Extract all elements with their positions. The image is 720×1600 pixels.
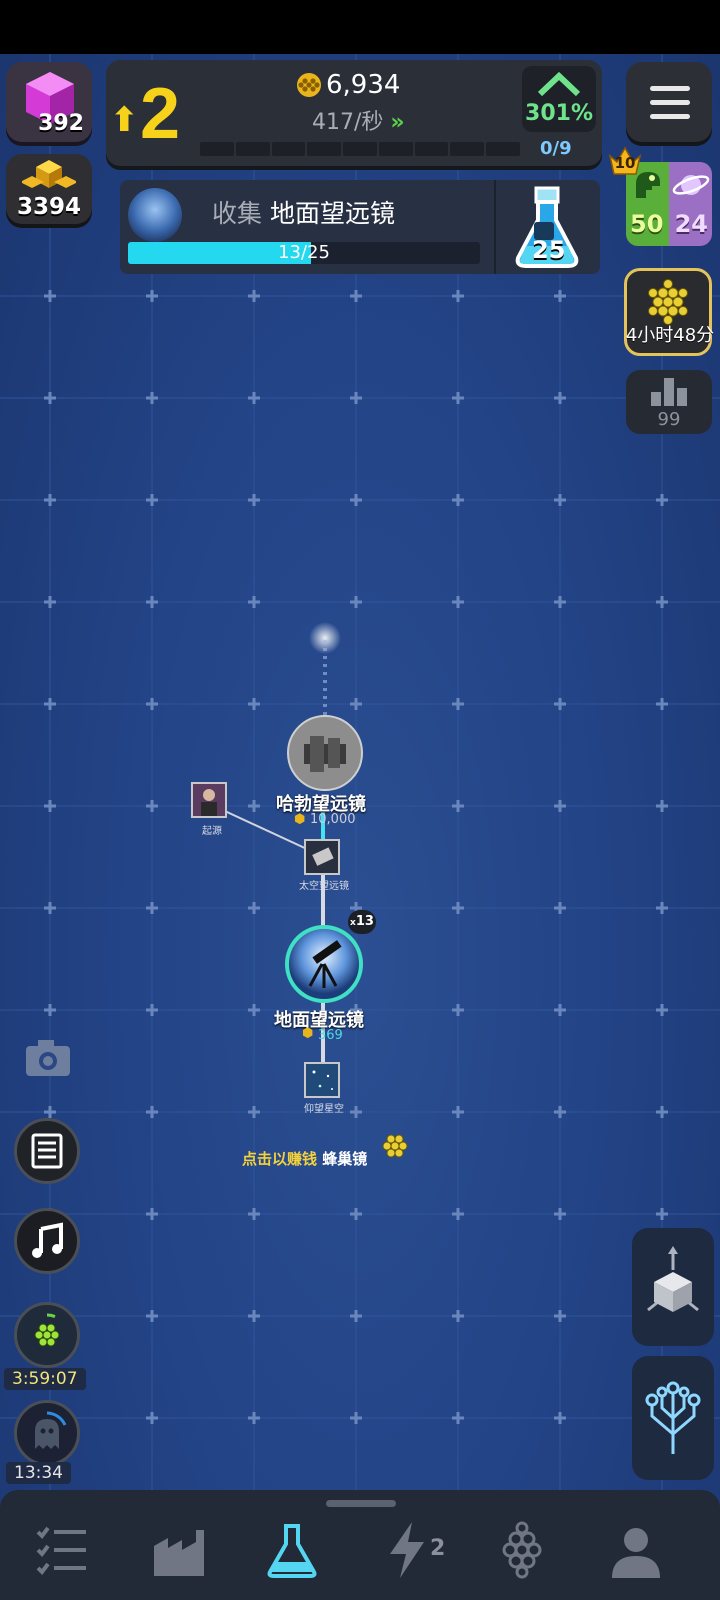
stats-button[interactable]: 99 [626,370,712,434]
tree-branch-icon [645,1381,701,1454]
nav-factory[interactable] [148,1520,212,1580]
hamburger-icon [650,86,690,91]
origin-node[interactable] [191,782,227,818]
flask-icon [267,1524,317,1578]
music-note-icon [32,1222,63,1258]
chevron-up-icon [537,72,581,97]
money-amount: 6,934 [326,70,401,100]
quest-progress-bar: 13/25 [128,242,480,264]
research-reward-count: 25 [532,236,566,264]
multiplier-box[interactable]: 301% [522,66,596,132]
drawer-handle[interactable] [326,1500,396,1507]
cube-view-button[interactable] [632,1228,714,1346]
camera-icon[interactable] [24,1038,72,1078]
multiplier-badge: x13 [348,910,376,934]
factory-icon [154,1530,204,1576]
gem-count: 392 [38,111,84,136]
ground-telescope-icon [128,188,182,242]
planet-icon [672,175,710,195]
hubble-telescope-node[interactable] [286,714,364,792]
level-up-count: 2 [140,74,181,154]
checklist-icon [36,1526,86,1576]
dino-count: 50 [630,210,664,238]
double-chevron-icon: » [390,110,405,135]
quest-title: 收集 地面望远镜 [212,194,395,230]
status-bar [0,0,720,54]
bar-chart-icon [651,378,687,406]
economy-panel: ⬆ 2 6,934 417/秒 » 301% [106,60,602,166]
stargazing-label: 仰望星空 [304,1104,344,1115]
level-up-arrow-icon: ⬆ [110,100,139,140]
gem-counter[interactable]: 392 [6,62,92,142]
gold-count: 3394 [16,194,81,220]
hubble-cost: 10,000 [310,812,356,827]
income-rate: 417/秒 » [312,104,405,136]
bottom-navigation: 2 [0,1490,720,1600]
honeycomb-icon [502,1521,542,1579]
starry-sky-icon [306,1064,338,1096]
income-rate-text: 417/秒 [312,110,384,135]
stargazing-node[interactable] [304,1062,340,1098]
honeycomb-coin-icon [297,73,321,97]
multiplier-progress: 0/9 [540,138,572,159]
honeycomb-boost-timer: 3:59:07 [4,1368,86,1390]
nav-research[interactable] [262,1520,326,1580]
newspaper-icon [31,1133,63,1169]
space-telescope-icon [306,841,338,873]
user-icon [612,1528,660,1578]
honeycomb-boost-icon [34,1313,60,1347]
honeycomb-lens-icon[interactable] [377,1128,413,1164]
honeycomb-coin-icon: ⬢ [294,812,306,827]
crown-level: 10 [614,154,636,172]
ghost-boost-button[interactable] [14,1400,80,1466]
honeycomb-coin-icon: ⬢ [302,1026,314,1041]
ground-cost: 369 [318,1028,343,1043]
news-button[interactable] [14,1118,80,1184]
portrait-icon [193,784,225,816]
space-telescope-node[interactable] [304,839,340,875]
earn-item-text: 蜂巢镜 [322,1150,368,1168]
tap-to-earn-hint[interactable]: 点击以赚钱 蜂巢镜 [242,1148,367,1169]
quest-prefix: 收集 [212,199,263,228]
earn-hint-text: 点击以赚钱 [242,1150,318,1168]
menu-button[interactable] [626,62,712,142]
ground-telescope-node[interactable] [284,924,364,1004]
gold-cube-counter[interactable]: 3394 [6,154,92,224]
nav-profile[interactable] [606,1520,670,1580]
honeycomb-timer: 4小时48分 [625,325,715,346]
ghost-boost-timer: 13:34 [6,1462,71,1484]
ghost-icon [35,1411,67,1449]
origin-label: 起源 [202,826,222,837]
planet-count: 24 [674,210,708,238]
gold-cubes-icon [22,160,76,188]
honeycomb-boost-button[interactable] [14,1302,80,1368]
honeycomb-timer-button[interactable]: 4小时48分 [624,268,714,356]
quest-panel[interactable]: 收集 地面望远镜 13/25 25 [120,180,600,274]
research-reward[interactable]: 25 [494,180,602,274]
multiplier-percent: 301% [525,101,593,126]
quest-target: 地面望远镜 [269,199,395,228]
3d-cube-icon [647,1246,699,1312]
lightning-icon [390,1522,424,1578]
crown-badge: 10 [608,146,642,176]
nav-tasks[interactable] [32,1520,96,1580]
music-button[interactable] [14,1208,80,1274]
ground-multiplier: 13 [355,914,374,929]
space-telescope-label: 太空望远镜 [299,881,349,892]
nav-honeycomb[interactable] [492,1520,556,1580]
stats-count: 99 [657,409,681,430]
skill-tree-button[interactable] [632,1356,714,1480]
level-progress-bar [200,142,521,156]
quest-progress-text: 13/25 [278,242,330,263]
energy-badge: 2 [430,1536,446,1561]
